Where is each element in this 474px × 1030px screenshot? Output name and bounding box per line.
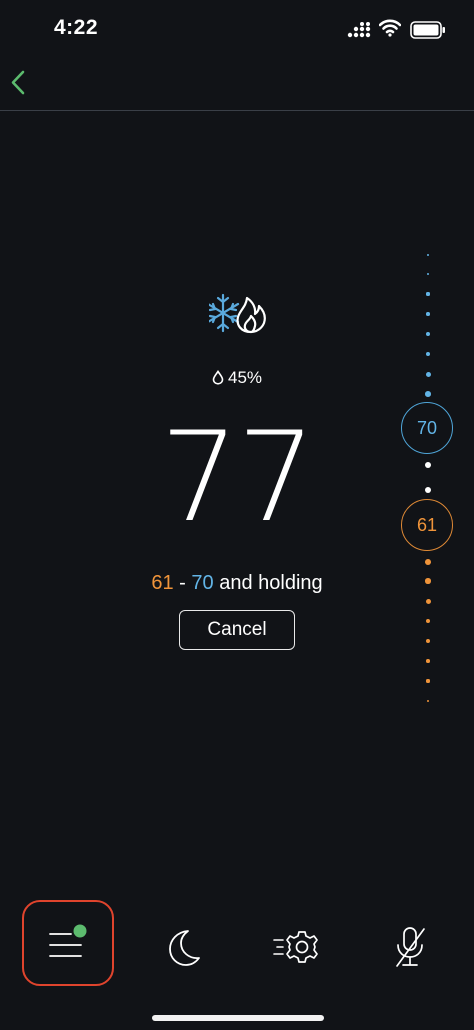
flame-icon bbox=[236, 296, 266, 334]
slider-tick-dot bbox=[425, 598, 431, 604]
temperature-slider[interactable]: 70 61 bbox=[396, 240, 460, 710]
setpoint-separator: - bbox=[179, 572, 186, 594]
status-time: 4:22 bbox=[54, 16, 99, 39]
heat-cool-mode-icon bbox=[209, 293, 266, 334]
cellular-signal-icon bbox=[347, 22, 371, 38]
back-button[interactable] bbox=[0, 60, 44, 106]
nav-bar bbox=[0, 60, 474, 111]
cancel-hold-button[interactable]: Cancel bbox=[179, 610, 295, 650]
cool-setpoint-value: 70 bbox=[191, 572, 214, 594]
water-drop-icon bbox=[212, 370, 224, 385]
slider-tick-dot bbox=[426, 253, 430, 257]
slider-tick-dot bbox=[425, 618, 431, 624]
slider-tick-dot bbox=[426, 272, 430, 276]
home-indicator bbox=[152, 1015, 324, 1021]
slider-tick-dot bbox=[426, 312, 430, 316]
moon-icon bbox=[169, 930, 200, 966]
menu-lines-icon bbox=[49, 924, 87, 957]
slider-tick-dot bbox=[426, 699, 430, 703]
slider-tick-dot bbox=[426, 332, 430, 336]
bottom-tab-bar bbox=[0, 895, 474, 990]
slider-tick-dot bbox=[425, 351, 431, 357]
slider-tick-dot bbox=[425, 391, 431, 397]
humidity-value: 45% bbox=[227, 368, 263, 387]
snowflake-icon bbox=[209, 293, 240, 333]
tab-settings[interactable] bbox=[252, 901, 340, 985]
slider-tick-dot bbox=[426, 659, 430, 663]
slider-tick-dot bbox=[426, 679, 430, 683]
hold-status-text: and holding bbox=[219, 572, 323, 594]
microphone-muted-icon bbox=[396, 927, 425, 967]
heat-setpoint-value: 61 bbox=[151, 572, 174, 594]
fast-gear-icon bbox=[273, 931, 318, 963]
slider-tick-dot bbox=[426, 292, 430, 296]
slider-tick-dot bbox=[425, 578, 431, 584]
status-bar: 4:22 bbox=[0, 0, 474, 60]
wifi-icon bbox=[379, 19, 401, 37]
notification-dot bbox=[73, 924, 87, 938]
slider-tick-dot bbox=[425, 462, 431, 468]
cool-setpoint-handle[interactable]: 70 bbox=[401, 402, 453, 454]
battery-icon bbox=[410, 21, 445, 39]
slider-tick-dot bbox=[425, 638, 431, 644]
slider-tick-dot bbox=[425, 371, 431, 377]
tab-menu[interactable] bbox=[22, 900, 114, 986]
slider-tick-dot bbox=[425, 487, 431, 493]
heat-setpoint-handle[interactable]: 61 bbox=[401, 499, 453, 551]
chevron-left-icon bbox=[11, 70, 25, 95]
tab-voice[interactable] bbox=[366, 901, 454, 985]
tab-sleep[interactable] bbox=[138, 901, 226, 985]
slider-tick-dot bbox=[425, 559, 431, 565]
